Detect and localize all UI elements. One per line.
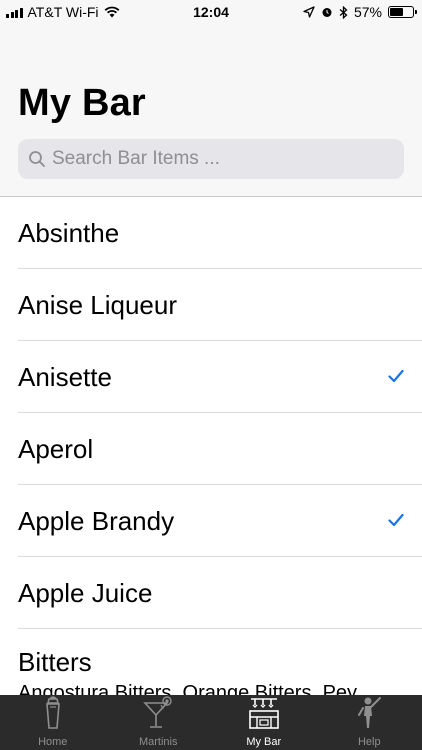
list-item[interactable]: Anise Liqueur <box>0 269 422 341</box>
header: My Bar <box>0 24 422 197</box>
item-subtitle: Angostura Bitters, Orange Bitters, Pey <box>18 682 358 695</box>
search-input[interactable] <box>52 148 392 170</box>
alarm-icon <box>322 8 332 17</box>
list-item[interactable]: Apple Juice <box>0 557 422 629</box>
battery-percent: 57% <box>353 4 382 20</box>
checkmark-icon <box>388 513 404 527</box>
list-item[interactable]: Apple Brandy <box>0 485 422 557</box>
bluetooth-icon <box>339 5 348 19</box>
tab-label: Help <box>357 736 381 748</box>
item-name: Anisette <box>18 361 112 392</box>
item-name: Bitters <box>18 647 92 677</box>
tab-bar: Home Martinis My Bar Help <box>0 695 422 750</box>
bartender-icon <box>352 695 386 736</box>
list-item[interactable]: Bitters Angostura Bitters, Orange Bitters… <box>0 629 422 695</box>
list-item[interactable]: Aperol <box>0 413 422 485</box>
status-bar: AT&T Wi-Fi 12:04 57% <box>0 0 422 24</box>
checkmark-icon <box>388 369 404 383</box>
bar-items-list[interactable]: Absinthe Anise Liqueur Anisette Aperol Apple… <box>0 197 422 695</box>
list-item[interactable]: Anisette <box>0 341 422 413</box>
tab-label: My Bar <box>246 736 282 748</box>
tab-help[interactable]: Help <box>317 695 422 750</box>
bar-icon <box>247 695 281 736</box>
battery-fill <box>390 8 403 16</box>
search-bar[interactable] <box>18 139 404 179</box>
status-right: 57% <box>303 4 417 20</box>
tab-my-bar[interactable]: My Bar <box>211 695 317 750</box>
martini-glass-icon <box>141 695 175 736</box>
search-icon <box>29 151 45 167</box>
tab-martinis[interactable]: Martinis <box>106 695 212 750</box>
battery-icon <box>388 6 417 18</box>
item-name: Absinthe <box>18 217 120 248</box>
item-name: Anise Liqueur <box>18 289 177 320</box>
tab-label: Martinis <box>138 736 178 748</box>
item-name: Apple Juice <box>18 577 153 608</box>
item-name: Aperol <box>18 433 94 464</box>
page-title: My Bar <box>18 82 146 124</box>
tab-home[interactable]: Home <box>0 695 106 750</box>
tab-label: Home <box>38 736 68 748</box>
location-arrow-icon <box>303 6 315 18</box>
list-item[interactable]: Absinthe <box>0 197 422 269</box>
shaker-icon <box>36 695 70 736</box>
item-name: Apple Brandy <box>18 505 175 536</box>
